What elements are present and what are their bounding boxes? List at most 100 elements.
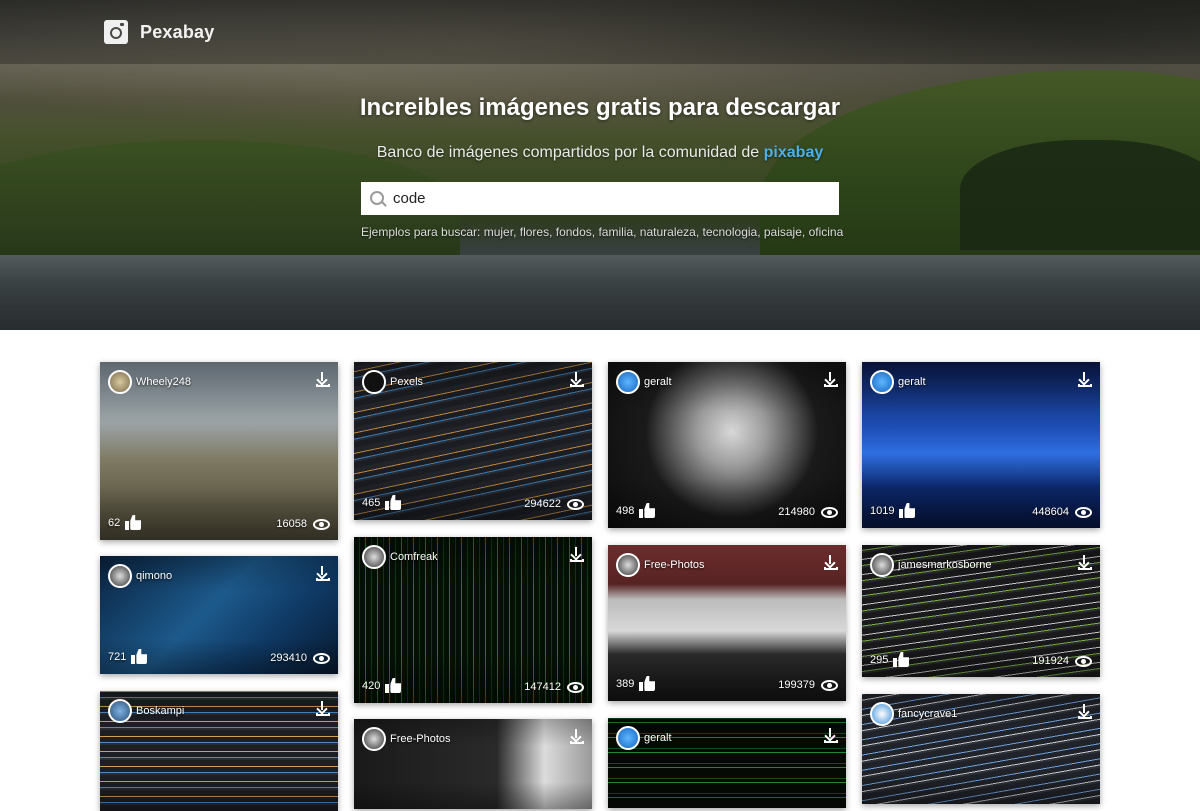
eye-icon <box>313 518 330 530</box>
thumbs-up-icon[interactable] <box>131 649 147 664</box>
freephotos-avatar[interactable] <box>362 727 386 751</box>
download-icon-base <box>316 578 330 581</box>
card-username[interactable]: jamesmarkosborne <box>898 559 992 571</box>
image-card[interactable]: Comfreak 420 147412 <box>354 537 592 703</box>
card-likes[interactable]: 420 <box>362 678 401 693</box>
image-card[interactable]: qimono 721 293410 <box>100 556 338 674</box>
likes-count: 498 <box>616 504 635 517</box>
hero-banner: Pexabay Increibles imágenes gratis para … <box>0 0 1200 330</box>
card-views: 199379 <box>778 679 838 691</box>
image-grid: Wheely248 62 16058 Pexels 465 294622 ger… <box>100 362 1100 811</box>
james-avatar[interactable] <box>870 553 894 577</box>
card-views: 293410 <box>270 652 330 664</box>
views-count: 214980 <box>778 506 815 518</box>
image-card[interactable]: geralt <box>608 718 846 808</box>
download-icon-base <box>824 740 838 743</box>
image-card[interactable]: fancycrave1 <box>862 694 1100 804</box>
image-card[interactable]: geralt 1019 448604 <box>862 362 1100 528</box>
thumbs-up-icon[interactable] <box>385 678 401 693</box>
card-likes[interactable]: 62 <box>108 515 141 530</box>
thumbs-up-icon[interactable] <box>899 503 915 518</box>
card-views: 214980 <box>778 506 838 518</box>
fancy-avatar[interactable] <box>870 702 894 726</box>
card-views: 191924 <box>1032 655 1092 667</box>
likes-count: 389 <box>616 677 635 690</box>
geralt-avatar[interactable] <box>616 370 640 394</box>
card-username[interactable]: Pexels <box>390 376 480 388</box>
hero-subtitle: Banco de imágenes compartidos por la com… <box>0 144 1200 162</box>
qimono-avatar[interactable] <box>108 564 132 588</box>
geralt-avatar[interactable] <box>616 726 640 750</box>
views-count: 191924 <box>1032 655 1069 667</box>
card-username[interactable]: geralt <box>898 376 988 388</box>
top-bar: Pexabay <box>0 0 1200 64</box>
search-input[interactable] <box>393 183 823 214</box>
likes-count: 62 <box>108 516 121 529</box>
eye-icon <box>313 652 330 664</box>
eye-icon <box>1075 506 1092 518</box>
thumbs-up-icon[interactable] <box>639 676 655 691</box>
views-count: 293410 <box>270 652 307 664</box>
card-likes[interactable]: 389 <box>616 676 655 691</box>
eye-icon <box>1075 655 1092 667</box>
card-username[interactable]: Free-Photos <box>390 733 480 745</box>
boskampi-avatar[interactable] <box>108 699 132 723</box>
page-title: Increibles imágenes gratis para descarga… <box>359 94 841 121</box>
likes-count: 721 <box>108 650 127 663</box>
search-bar[interactable] <box>361 182 839 215</box>
card-username[interactable]: Boskampi <box>136 705 226 717</box>
card-likes[interactable]: 721 <box>108 649 147 664</box>
card-username[interactable]: geralt <box>644 732 734 744</box>
brand-name: Pexabay <box>140 21 215 42</box>
pixabay-link[interactable]: pixabay <box>764 144 824 161</box>
search-examples: Ejemplos para buscar: mujer, flores, fon… <box>361 225 844 239</box>
card-views: 16058 <box>276 518 330 530</box>
card-username[interactable]: qimono <box>136 570 226 582</box>
card-likes[interactable]: 1019 <box>870 503 915 518</box>
card-username[interactable]: Comfreak <box>390 551 480 563</box>
sheep-avatar[interactable] <box>108 370 132 394</box>
download-icon-base <box>570 384 584 387</box>
freephotos-avatar[interactable] <box>616 553 640 577</box>
thumbs-up-icon[interactable] <box>639 503 655 518</box>
views-count: 294622 <box>524 498 561 510</box>
card-likes[interactable]: 465 <box>362 495 401 510</box>
card-views: 448604 <box>1032 506 1092 518</box>
likes-count: 1019 <box>870 504 895 517</box>
card-overlay <box>100 362 338 540</box>
thumbs-up-icon[interactable] <box>385 495 401 510</box>
likes-count: 295 <box>870 653 889 666</box>
likes-count: 465 <box>362 496 381 509</box>
views-count: 16058 <box>276 518 307 530</box>
download-icon-base <box>570 559 584 562</box>
image-card[interactable]: Pexels 465 294622 <box>354 362 592 520</box>
card-username[interactable]: geralt <box>644 376 734 388</box>
download-icon-base <box>1078 567 1092 570</box>
hero-subtitle-text: Banco de imágenes compartidos por la com… <box>376 144 760 161</box>
card-likes[interactable]: 295 <box>870 652 909 667</box>
image-card[interactable]: Free-Photos 389 199379 <box>608 545 846 701</box>
comfreak-avatar[interactable] <box>362 545 386 569</box>
eye-icon <box>821 506 838 518</box>
image-card[interactable]: geralt 498 214980 <box>608 362 846 528</box>
image-card[interactable]: Boskampi <box>100 691 338 811</box>
eye-icon <box>821 679 838 691</box>
card-likes[interactable]: 498 <box>616 503 655 518</box>
thumbs-up-icon[interactable] <box>125 515 141 530</box>
camera-icon <box>104 20 128 44</box>
download-icon-base <box>1078 716 1092 719</box>
search-icon <box>361 182 393 215</box>
card-username[interactable]: Wheely248 <box>136 376 226 388</box>
thumbs-up-icon[interactable] <box>893 652 909 667</box>
views-count: 199379 <box>778 679 815 691</box>
card-username[interactable]: fancycrave1 <box>898 708 988 720</box>
image-card[interactable]: jamesmarkosborne 295 191924 <box>862 545 1100 677</box>
pexels-avatar[interactable] <box>362 370 386 394</box>
card-views: 147412 <box>524 681 584 693</box>
image-card[interactable]: Free-Photos <box>354 719 592 809</box>
card-username[interactable]: Free-Photos <box>644 559 734 571</box>
brand-logo[interactable]: Pexabay <box>104 20 214 44</box>
image-card[interactable]: Wheely248 62 16058 <box>100 362 338 540</box>
geralt-avatar[interactable] <box>870 370 894 394</box>
download-icon-base <box>824 384 838 387</box>
